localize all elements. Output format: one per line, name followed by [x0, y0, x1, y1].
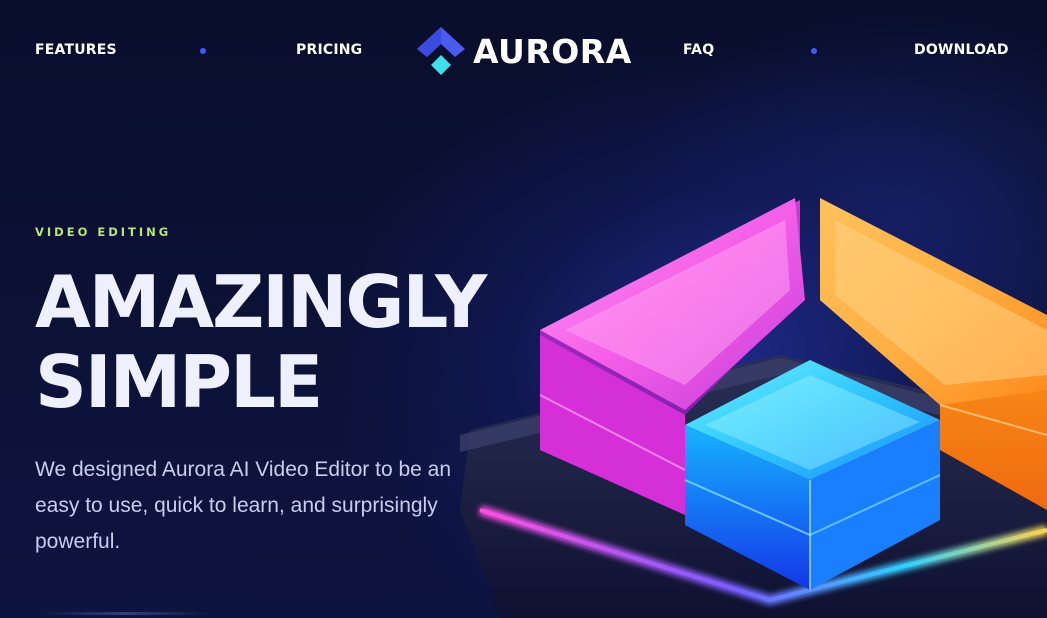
hero-subtitle: We designed Aurora AI Video Editor to be…: [35, 458, 452, 553]
nav-separator-dot: [200, 48, 206, 54]
brand-name: AURORA: [473, 31, 632, 71]
aurora-logo-icon: [417, 27, 467, 75]
landing-page: FEATURES PRICING AURORA FAQ DOWNLOAD VID…: [0, 0, 1047, 618]
brand-logo-link[interactable]: AURORA: [417, 27, 632, 75]
top-navigation: FEATURES PRICING AURORA FAQ DOWNLOAD: [0, 0, 1047, 100]
nav-link-faq[interactable]: FAQ: [683, 42, 714, 58]
decorative-divider: [40, 612, 210, 615]
glowing-cubes-illustration: [440, 180, 1047, 618]
nav-link-download[interactable]: DOWNLOAD: [914, 42, 1009, 58]
nav-link-pricing[interactable]: PRICING: [296, 42, 362, 58]
hero-headline-line2: SIMPLE: [35, 340, 323, 424]
hero-headline-line1: AMAZINGLY: [35, 260, 487, 344]
nav-separator-dot: [811, 48, 817, 54]
nav-link-features[interactable]: FEATURES: [35, 42, 117, 58]
hero-headline: AMAZINGLY SIMPLE: [35, 260, 487, 424]
hero-eyebrow: VIDEO EDITING: [35, 225, 172, 239]
